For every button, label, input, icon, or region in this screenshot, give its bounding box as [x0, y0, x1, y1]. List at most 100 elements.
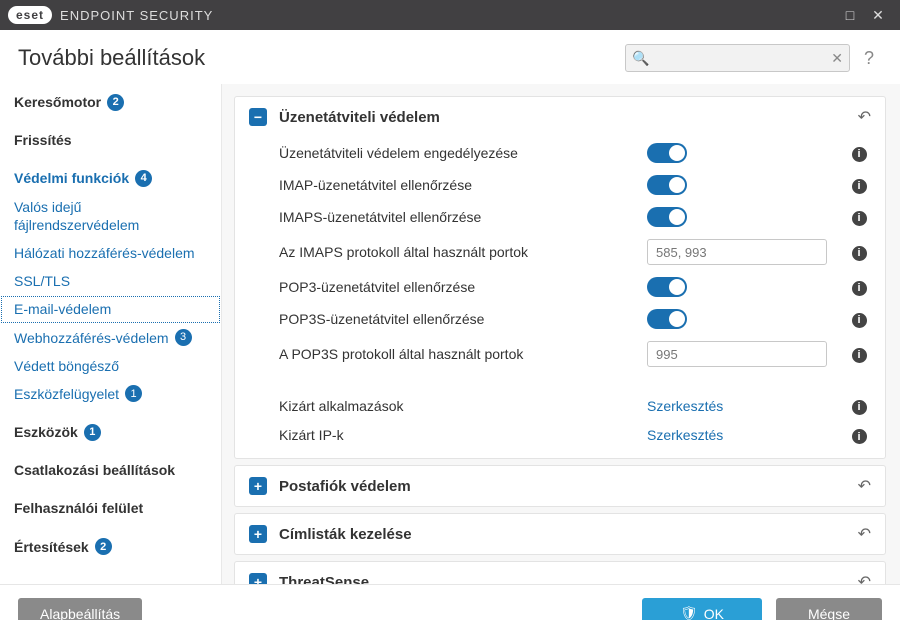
- sidebar-item-csatlakozasi[interactable]: Csatlakozási beállítások: [0, 456, 221, 484]
- sidebar-item-webhozzaferes[interactable]: Webhozzáférés-védelem 3: [0, 324, 221, 352]
- toggle-enable-protection[interactable]: [647, 143, 687, 163]
- search-field-wrap: 🔍 ✕: [625, 44, 850, 72]
- panel-threatsense: + ThreatSense ↶: [234, 561, 886, 584]
- sidebar-item-ssl-tls[interactable]: SSL/TLS: [0, 267, 221, 295]
- sidebar-item-vedett-bongeszo[interactable]: Védett böngésző: [0, 352, 221, 380]
- panel-title: ThreatSense: [279, 574, 858, 585]
- default-button[interactable]: Alapbeállítás: [18, 598, 142, 620]
- setting-row: Az IMAPS protokoll által használt portok…: [235, 233, 885, 271]
- cancel-button[interactable]: Mégse: [776, 598, 882, 620]
- sidebar-item-ertesitesek[interactable]: Értesítések 2: [0, 533, 221, 561]
- sidebar-item-frissites[interactable]: Frissítés: [0, 126, 221, 154]
- panel-uzenetatviteli: − Üzenetátviteli védelem ↶ Üzenetátvitel…: [234, 96, 886, 459]
- setting-row: IMAPS-üzenetátvitel ellenőrzése i: [235, 201, 885, 233]
- sidebar-item-label: Csatlakozási beállítások: [14, 461, 175, 479]
- info-icon[interactable]: i: [852, 211, 867, 226]
- sidebar-item-label: Keresőmotor: [14, 93, 101, 111]
- undo-icon[interactable]: ↶: [858, 107, 871, 127]
- info-icon[interactable]: i: [852, 348, 867, 363]
- sidebar-item-label: Értesítések: [14, 538, 89, 556]
- setting-label: A POP3S protokoll által használt portok: [279, 346, 647, 362]
- sidebar: Keresőmotor 2 Frissítés Védelmi funkciók…: [0, 84, 222, 584]
- undo-icon[interactable]: ↶: [858, 572, 871, 584]
- toggle-pop3[interactable]: [647, 277, 687, 297]
- search-icon: 🔍: [632, 50, 649, 67]
- setting-row: Üzenetátviteli védelem engedélyezése i: [235, 137, 885, 169]
- brand-logo: eset: [8, 6, 52, 24]
- undo-icon[interactable]: ↶: [858, 524, 871, 544]
- toggle-imap[interactable]: [647, 175, 687, 195]
- sidebar-item-label: Felhasználói felület: [14, 499, 143, 517]
- info-icon[interactable]: i: [852, 246, 867, 261]
- panel-cimlistak: + Címlisták kezelése ↶: [234, 513, 886, 555]
- sidebar-item-label: Hálózati hozzáférés-védelem: [14, 244, 195, 262]
- panel-title: Üzenetátviteli védelem: [279, 109, 858, 126]
- expand-icon[interactable]: +: [249, 477, 267, 495]
- setting-row: Kizárt IP-k Szerkesztés i: [235, 421, 885, 459]
- sidebar-item-vedelmi-funkciok[interactable]: Védelmi funkciók 4: [0, 164, 221, 192]
- button-label: OK: [704, 606, 724, 620]
- sidebar-item-eszkozok[interactable]: Eszközök 1: [0, 418, 221, 446]
- expand-icon[interactable]: +: [249, 573, 267, 584]
- help-icon[interactable]: ?: [856, 48, 882, 69]
- info-icon[interactable]: i: [852, 400, 867, 415]
- info-icon[interactable]: i: [852, 179, 867, 194]
- sidebar-item-halozati[interactable]: Hálózati hozzáférés-védelem: [0, 239, 221, 267]
- info-icon[interactable]: i: [852, 429, 867, 444]
- sidebar-item-label: E-mail-védelem: [14, 300, 111, 318]
- info-icon[interactable]: i: [852, 281, 867, 296]
- sidebar-item-label: Frissítés: [14, 131, 72, 149]
- sidebar-item-email-vedelem[interactable]: E-mail-védelem: [0, 295, 221, 323]
- setting-label: Kizárt alkalmazások: [279, 398, 647, 414]
- main-scroll[interactable]: − Üzenetátviteli védelem ↶ Üzenetátvitel…: [230, 84, 890, 584]
- button-label: Alapbeállítás: [40, 606, 120, 620]
- panel-postafiok: + Postafiók védelem ↶: [234, 465, 886, 507]
- window-close-icon[interactable]: ✕: [864, 7, 892, 24]
- page-title: További beállítások: [18, 45, 205, 71]
- setting-label: IMAPS-üzenetátvitel ellenőrzése: [279, 209, 647, 225]
- product-name: ENDPOINT SECURITY: [60, 8, 213, 23]
- search-input[interactable]: [625, 44, 850, 72]
- sidebar-badge: 1: [84, 424, 101, 441]
- setting-row: Kizárt alkalmazások Szerkesztés i: [235, 391, 885, 421]
- info-icon[interactable]: i: [852, 313, 867, 328]
- button-label: Mégse: [808, 606, 850, 620]
- collapse-icon[interactable]: −: [249, 108, 267, 126]
- sidebar-item-label: Valós idejű fájlrendszervédelem: [14, 198, 207, 234]
- toggle-pop3s[interactable]: [647, 309, 687, 329]
- sidebar-item-label: Védelmi funkciók: [14, 169, 129, 187]
- expand-icon[interactable]: +: [249, 525, 267, 543]
- setting-label: POP3-üzenetátvitel ellenőrzése: [279, 279, 647, 295]
- setting-label: POP3S-üzenetátvitel ellenőrzése: [279, 311, 647, 327]
- toggle-imaps[interactable]: [647, 207, 687, 227]
- sidebar-badge: 1: [125, 385, 142, 402]
- sidebar-item-felhasznaloi[interactable]: Felhasználói felület: [0, 494, 221, 522]
- pop3s-ports-input[interactable]: [647, 341, 827, 367]
- page-header: További beállítások 🔍 ✕ ?: [0, 30, 900, 84]
- clear-search-icon[interactable]: ✕: [831, 50, 843, 67]
- main-area: − Üzenetátviteli védelem ↶ Üzenetátvitel…: [222, 84, 900, 584]
- edit-excluded-ips-link[interactable]: Szerkesztés: [647, 427, 723, 443]
- sidebar-item-valos-ideju[interactable]: Valós idejű fájlrendszervédelem: [0, 193, 221, 239]
- setting-label: IMAP-üzenetátvitel ellenőrzése: [279, 177, 647, 193]
- footer: Alapbeállítás 🛡 OK Mégse: [0, 584, 900, 620]
- ok-button[interactable]: 🛡 OK: [642, 598, 762, 620]
- info-icon[interactable]: i: [852, 147, 867, 162]
- sidebar-item-label: Webhozzáférés-védelem: [14, 329, 169, 347]
- sidebar-item-label: SSL/TLS: [14, 272, 70, 290]
- sidebar-item-label: Eszközfelügyelet: [14, 385, 119, 403]
- undo-icon[interactable]: ↶: [858, 476, 871, 496]
- sidebar-badge: 3: [175, 329, 192, 346]
- panel-title: Címlisták kezelése: [279, 526, 858, 543]
- setting-row: A POP3S protokoll által használt portok …: [235, 335, 885, 373]
- sidebar-item-keresomotor[interactable]: Keresőmotor 2: [0, 88, 221, 116]
- shield-icon: 🛡: [680, 605, 698, 620]
- sidebar-badge: 4: [135, 170, 152, 187]
- window-maximize-icon[interactable]: □: [836, 7, 864, 23]
- imaps-ports-input[interactable]: [647, 239, 827, 265]
- setting-label: Az IMAPS protokoll által használt portok: [279, 244, 647, 260]
- sidebar-item-label: Eszközök: [14, 423, 78, 441]
- setting-row: POP3S-üzenetátvitel ellenőrzése i: [235, 303, 885, 335]
- sidebar-item-eszkozfelugyelet[interactable]: Eszközfelügyelet 1: [0, 380, 221, 408]
- edit-excluded-apps-link[interactable]: Szerkesztés: [647, 398, 723, 414]
